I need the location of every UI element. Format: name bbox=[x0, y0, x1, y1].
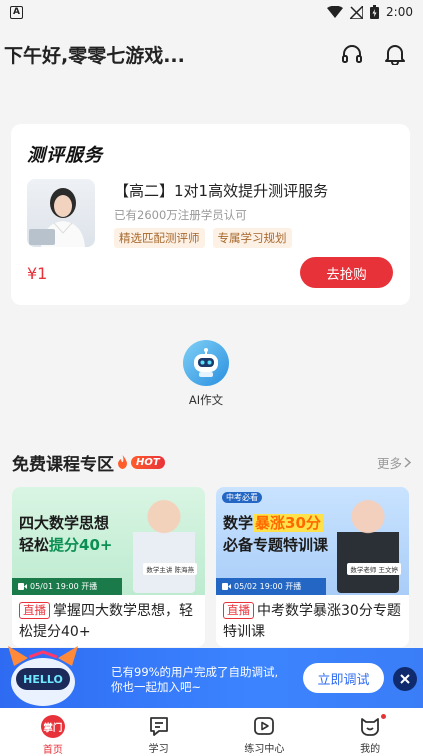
tab-practice-center[interactable]: 练习中心 bbox=[212, 708, 318, 756]
buy-now-button[interactable]: 去抢购 bbox=[300, 257, 393, 288]
status-icons: 2:00 bbox=[327, 5, 413, 19]
more-label: 更多 bbox=[376, 455, 402, 471]
free-courses-title: 免费课程专区 HOT bbox=[12, 450, 165, 475]
eval-tag: 精选匹配测评师 bbox=[114, 228, 205, 248]
tab-home[interactable]: 掌门 首页 bbox=[0, 708, 106, 756]
eval-teacher-image bbox=[27, 179, 95, 247]
wifi-icon bbox=[327, 5, 344, 18]
close-promo-button[interactable] bbox=[393, 667, 417, 691]
headset-icon[interactable] bbox=[341, 43, 363, 65]
clock: 2:00 bbox=[386, 5, 413, 19]
course-card[interactable]: 中考必看 数学 暴涨30分 必备专题特训课 数学老师 王文婷 05/02 19:0… bbox=[216, 487, 409, 647]
course-card[interactable]: 四大数学思想 轻松提分40+ 数学主讲 陈海燕 05/01 19:00 开播 直… bbox=[12, 487, 205, 647]
live-tag: 直播 bbox=[223, 602, 254, 619]
tab-study[interactable]: 学习 bbox=[106, 708, 212, 756]
ai-essay-entry[interactable]: AI作文 bbox=[176, 340, 236, 408]
notification-dot bbox=[380, 714, 386, 719]
svg-text:HELLO: HELLO bbox=[23, 673, 63, 686]
tab-label: 首页 bbox=[42, 745, 63, 756]
course-title: 直播 中考数学暴涨30分专题特训课 bbox=[223, 602, 401, 640]
eval-tag: 专属学习规划 bbox=[212, 228, 292, 248]
study-icon bbox=[149, 717, 168, 736]
greeting-text: 下午好,零零七游戏... bbox=[4, 44, 185, 67]
battery-icon bbox=[370, 5, 380, 19]
video-icon bbox=[222, 583, 231, 590]
ai-essay-label: AI作文 bbox=[188, 393, 224, 407]
course-title: 直播 掌握四大数学思想，轻松提分40+ bbox=[19, 602, 193, 640]
live-tag: 直播 bbox=[19, 602, 50, 619]
video-icon bbox=[18, 583, 27, 590]
tab-label: 练习中心 bbox=[244, 744, 285, 755]
bottom-tab-bar: 掌门 首页 学习 练习中心 我的 bbox=[0, 708, 423, 756]
promo-message: 已有99%的用户完成了自助调试, 你也一起加入吧~ bbox=[111, 665, 279, 694]
robot-icon bbox=[183, 340, 229, 386]
course-start-time: 05/01 19:00 开播 bbox=[12, 578, 122, 595]
eval-learner-count: 已有2600万注册学员认可 bbox=[114, 208, 247, 222]
hot-badge: HOT bbox=[131, 455, 165, 469]
section-title-text: 免费课程专区 bbox=[12, 454, 114, 475]
play-icon bbox=[254, 717, 275, 735]
course-banner: 四大数学思想 轻松提分40+ 数学主讲 陈海燕 05/01 19:00 开播 bbox=[12, 487, 205, 595]
teacher-photo bbox=[133, 495, 195, 593]
home-logo-icon: 掌门 bbox=[40, 715, 65, 738]
banner-headline: 数学 暴涨30分 必备专题特训课 bbox=[223, 514, 329, 554]
free-courses-header: 免费课程专区 HOT 更多 bbox=[12, 448, 411, 476]
home-header: 下午好,零零七游戏... bbox=[0, 36, 423, 72]
eval-service-card[interactable]: 测评服务 【高二】1对1高效提升测评服务 已有2600万注册学员认可 精选匹配测… bbox=[11, 124, 410, 305]
notification-icon: A bbox=[10, 5, 23, 19]
more-courses-link[interactable]: 更多 bbox=[377, 453, 411, 472]
banner-headline: 四大数学思想 轻松提分40+ bbox=[19, 514, 113, 554]
eval-product-name: 【高二】1对1高效提升测评服务 bbox=[114, 182, 329, 200]
status-bar: A 2:00 bbox=[0, 0, 423, 24]
teacher-name-tag: 数学主讲 陈海燕 bbox=[143, 563, 197, 575]
tab-mine[interactable]: 我的 bbox=[317, 708, 423, 756]
exam-badge: 中考必看 bbox=[222, 492, 262, 503]
self-debug-promo-banner[interactable]: HELLO 已有99%的用户完成了自助调试, 你也一起加入吧~ 立即调试 bbox=[0, 646, 423, 708]
teacher-name-tag: 数学老师 王文婷 bbox=[347, 563, 401, 575]
eval-card-title: 测评服务 bbox=[27, 145, 103, 166]
tab-label: 我的 bbox=[360, 744, 381, 755]
mascot-icon: HELLO bbox=[8, 646, 78, 706]
eval-price: ¥1 bbox=[27, 264, 48, 283]
fire-icon bbox=[118, 455, 127, 469]
teacher-photo bbox=[337, 495, 399, 593]
course-banner: 中考必看 数学 暴涨30分 必备专题特训课 数学老师 王文婷 05/02 19:0… bbox=[216, 487, 409, 595]
start-debug-button[interactable]: 立即调试 bbox=[303, 663, 384, 693]
eval-tags: 精选匹配测评师 专属学习规划 bbox=[114, 228, 292, 248]
profile-icon bbox=[361, 718, 380, 736]
no-signal-icon bbox=[350, 5, 364, 19]
tab-label: 学习 bbox=[148, 744, 169, 755]
chevron-right-icon bbox=[404, 456, 411, 468]
bell-icon[interactable] bbox=[385, 43, 405, 65]
close-icon bbox=[400, 674, 410, 684]
course-start-time: 05/02 19:00 开播 bbox=[216, 578, 326, 595]
